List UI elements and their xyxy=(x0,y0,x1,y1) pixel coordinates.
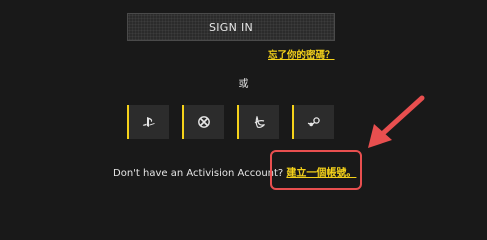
steam-login-button[interactable] xyxy=(292,105,334,139)
xbox-icon xyxy=(198,116,210,128)
playstation-login-button[interactable] xyxy=(127,105,169,139)
sign-in-button[interactable]: SIGN IN xyxy=(127,13,335,41)
battlenet-login-button[interactable] xyxy=(237,105,279,139)
or-separator: 或 xyxy=(238,79,249,90)
annotation-arrow-icon xyxy=(368,95,425,148)
xbox-login-button[interactable] xyxy=(182,105,224,139)
playstation-icon xyxy=(142,116,156,128)
battlenet-icon xyxy=(253,115,266,129)
annotation-highlight-box xyxy=(270,150,362,190)
forgot-password-link[interactable]: 忘了你的密碼？ xyxy=(268,47,335,61)
signup-prompt: Don't have an Activision Account? xyxy=(113,168,287,179)
steam-icon xyxy=(307,116,321,128)
